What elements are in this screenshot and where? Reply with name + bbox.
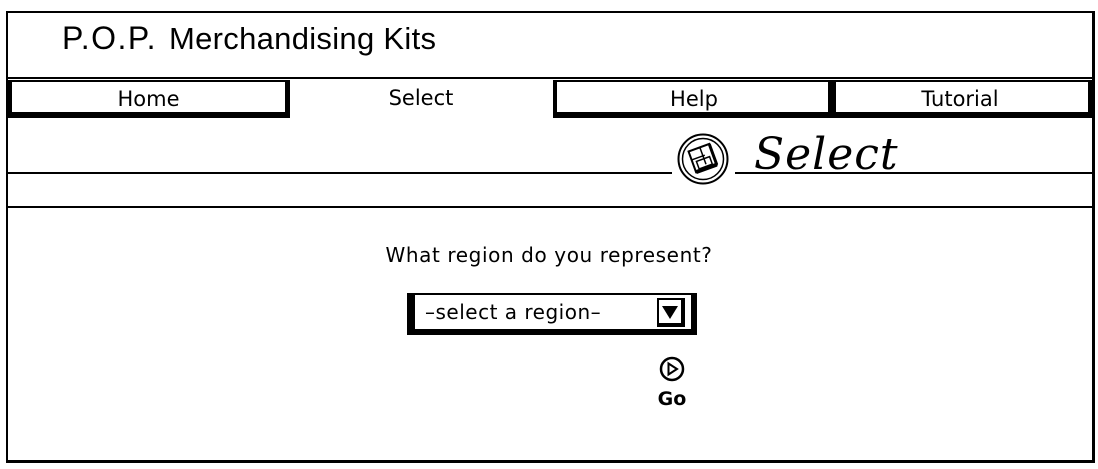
tabbar-top-rule: [8, 77, 1093, 79]
region-select[interactable]: –select a region–: [407, 293, 703, 339]
tab-select-label: Select: [388, 86, 454, 110]
tab-home[interactable]: Home: [8, 80, 290, 118]
region-select-value: –select a region–: [425, 300, 602, 324]
app-title-abbr: P.O.P.: [62, 20, 157, 56]
tab-tutorial-label: Tutorial: [921, 87, 999, 111]
chevron-down-icon: [662, 306, 678, 319]
tab-tutorial[interactable]: Tutorial: [828, 80, 1093, 118]
tab-home-label: Home: [117, 87, 180, 111]
app-title-rest: Merchandising Kits: [169, 21, 437, 56]
play-circle-icon: [659, 356, 685, 382]
heading-rule-left: [8, 172, 672, 174]
tab-select[interactable]: Select: [286, 80, 556, 118]
region-question: What region do you represent?: [385, 243, 713, 267]
go-label: Go: [657, 388, 687, 410]
tab-help[interactable]: Help: [553, 80, 836, 118]
page-heading-text: Select: [754, 129, 899, 180]
section-rule: [8, 206, 1093, 208]
dropdown-button[interactable]: [657, 298, 685, 327]
app-title: P.O.P. Merchandising Kits: [62, 20, 436, 57]
tab-bar: Home Select Help Tutorial: [8, 73, 1093, 123]
tab-help-label: Help: [670, 87, 718, 111]
select-icon: [677, 133, 729, 185]
go-button[interactable]: Go: [652, 352, 692, 414]
